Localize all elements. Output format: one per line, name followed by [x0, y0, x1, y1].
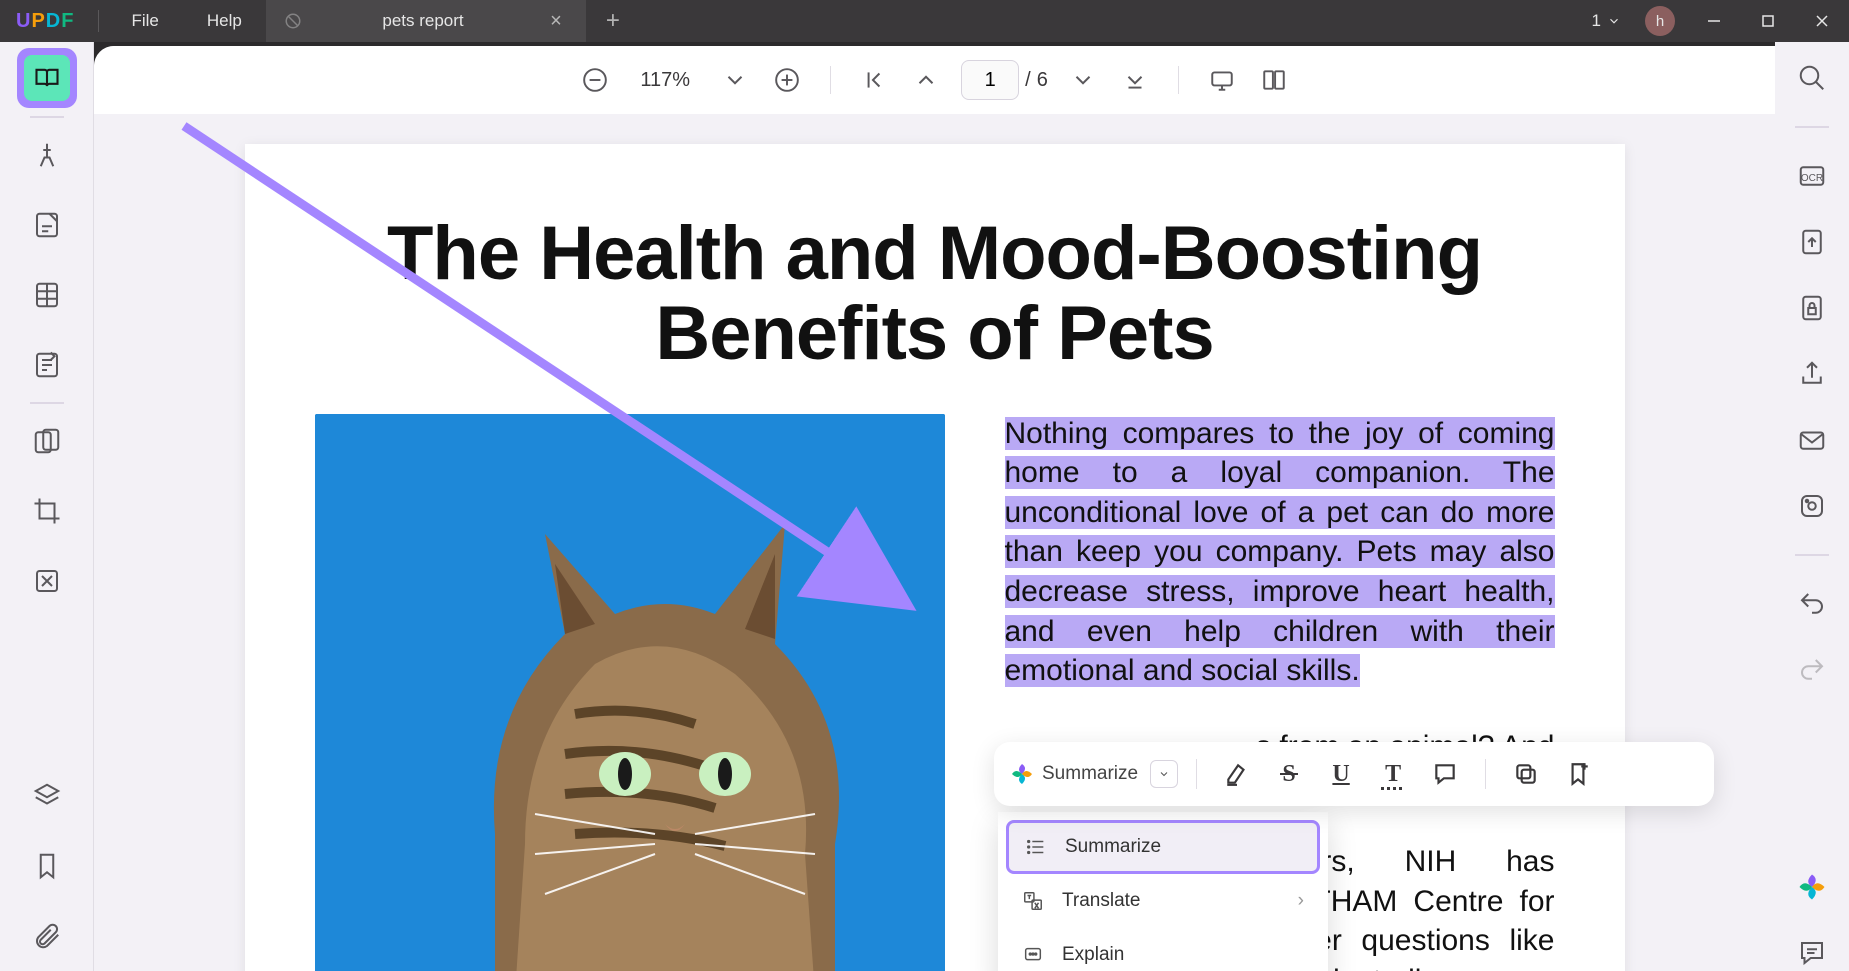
page-indicator: / 6 — [961, 60, 1048, 100]
edit-text-tool[interactable] — [24, 202, 70, 248]
menu-explain-label: Explain — [1062, 944, 1124, 966]
reader-mode-button-highlight — [17, 48, 77, 108]
zoom-in-button[interactable] — [770, 63, 804, 97]
page-total: 6 — [1037, 69, 1048, 92]
chevron-down-icon — [1607, 14, 1621, 28]
document-canvas[interactable]: The Health and Mood-Boosting Benefits of… — [94, 114, 1775, 971]
ai-context-menu: Summarize Translate › Explain — [998, 812, 1328, 971]
menu-explain[interactable]: Explain — [1006, 928, 1320, 971]
page-input[interactable] — [961, 60, 1019, 100]
next-page-button[interactable] — [1066, 63, 1100, 97]
window-close-button[interactable] — [1795, 0, 1849, 42]
zoom-dropdown[interactable] — [718, 63, 752, 97]
separator — [1196, 759, 1197, 789]
separator — [1485, 759, 1486, 789]
share-button[interactable] — [1794, 356, 1830, 392]
translate-icon — [1022, 890, 1044, 912]
chevron-right-icon: › — [1298, 890, 1304, 912]
redact-tool[interactable] — [24, 558, 70, 604]
ai-icon — [1010, 762, 1034, 786]
squiggly-button[interactable]: T — [1371, 752, 1415, 796]
last-page-button[interactable] — [1118, 63, 1152, 97]
tab-close-button[interactable]: × — [544, 10, 568, 33]
separator — [30, 116, 64, 118]
document-title: The Health and Mood-Boosting Benefits of… — [315, 214, 1555, 374]
tab-doc-icon — [284, 12, 302, 30]
comment-button[interactable] — [1423, 752, 1467, 796]
strikethrough-button[interactable]: S — [1267, 752, 1311, 796]
form-tool[interactable] — [24, 342, 70, 388]
redo-button[interactable] — [1794, 652, 1830, 688]
menu-summarize[interactable]: Summarize — [1006, 820, 1320, 874]
window-maximize-button[interactable] — [1741, 0, 1795, 42]
summarize-dropdown[interactable] — [1150, 760, 1178, 788]
comments-panel-button[interactable] — [1794, 935, 1830, 971]
selection-toolbar: Summarize S U T — [994, 742, 1714, 806]
document-page: The Health and Mood-Boosting Benefits of… — [245, 144, 1625, 971]
list-icon — [1025, 836, 1047, 858]
ocr-button[interactable]: OCR — [1794, 158, 1830, 194]
separator — [1178, 66, 1179, 94]
prev-page-button[interactable] — [909, 63, 943, 97]
content-area: 117% / 6 The Health and Mood-Boo — [94, 46, 1775, 971]
zoom-out-button[interactable] — [578, 63, 612, 97]
bookmark-button[interactable] — [24, 843, 70, 889]
svg-text:OCR: OCR — [1801, 173, 1823, 184]
help-menu[interactable]: Help — [183, 11, 266, 31]
attachment-button[interactable] — [24, 913, 70, 959]
presentation-button[interactable] — [1205, 63, 1239, 97]
tab-count[interactable]: 1 — [1580, 11, 1633, 31]
highlight-button[interactable] — [1215, 752, 1259, 796]
document-tab[interactable]: pets report × — [266, 0, 586, 42]
protect-button[interactable] — [1794, 290, 1830, 326]
underline-button[interactable]: U — [1319, 752, 1363, 796]
file-menu[interactable]: File — [107, 11, 182, 31]
selected-text[interactable]: Nothing compares to the joy of coming ho… — [1005, 417, 1555, 688]
user-avatar[interactable]: h — [1645, 6, 1675, 36]
explain-icon — [1022, 944, 1044, 966]
page-view-button[interactable] — [1257, 63, 1291, 97]
top-toolbar: 117% / 6 — [94, 46, 1775, 114]
page-sep: / — [1025, 69, 1031, 92]
page-layout-tool[interactable] — [24, 272, 70, 318]
layers-button[interactable] — [24, 773, 70, 819]
separator — [1795, 126, 1829, 128]
ai-assistant-button[interactable] — [1794, 869, 1830, 905]
separator — [30, 402, 64, 404]
titlebar: UPDF File Help pets report × + 1 h — [0, 0, 1849, 42]
app-logo: UPDF — [0, 10, 90, 33]
new-tab-button[interactable]: + — [586, 7, 640, 35]
undo-button[interactable] — [1794, 586, 1830, 622]
separator — [98, 10, 99, 32]
menu-translate-label: Translate — [1062, 890, 1141, 912]
document-image — [315, 414, 945, 971]
tab-title: pets report — [314, 11, 532, 31]
batch-button[interactable] — [1794, 488, 1830, 524]
tab-count-value: 1 — [1592, 11, 1601, 31]
right-sidebar: OCR — [1775, 42, 1849, 971]
crop-tool[interactable] — [24, 488, 70, 534]
first-page-button[interactable] — [857, 63, 891, 97]
convert-button[interactable] — [1794, 224, 1830, 260]
menu-translate[interactable]: Translate › — [1006, 874, 1320, 928]
left-sidebar — [0, 42, 94, 971]
window-minimize-button[interactable] — [1687, 0, 1741, 42]
annotate-tool[interactable] — [24, 132, 70, 178]
menu-summarize-label: Summarize — [1065, 836, 1161, 858]
summarize-label[interactable]: Summarize — [1042, 763, 1138, 785]
organize-pages-tool[interactable] — [24, 418, 70, 464]
copy-button[interactable] — [1504, 752, 1548, 796]
separator — [830, 66, 831, 94]
email-button[interactable] — [1794, 422, 1830, 458]
separator — [1795, 554, 1829, 556]
search-button[interactable] — [1794, 60, 1830, 96]
bookmark-add-button[interactable] — [1556, 752, 1600, 796]
zoom-level: 117% — [630, 69, 700, 92]
reader-mode-button[interactable] — [24, 55, 70, 101]
